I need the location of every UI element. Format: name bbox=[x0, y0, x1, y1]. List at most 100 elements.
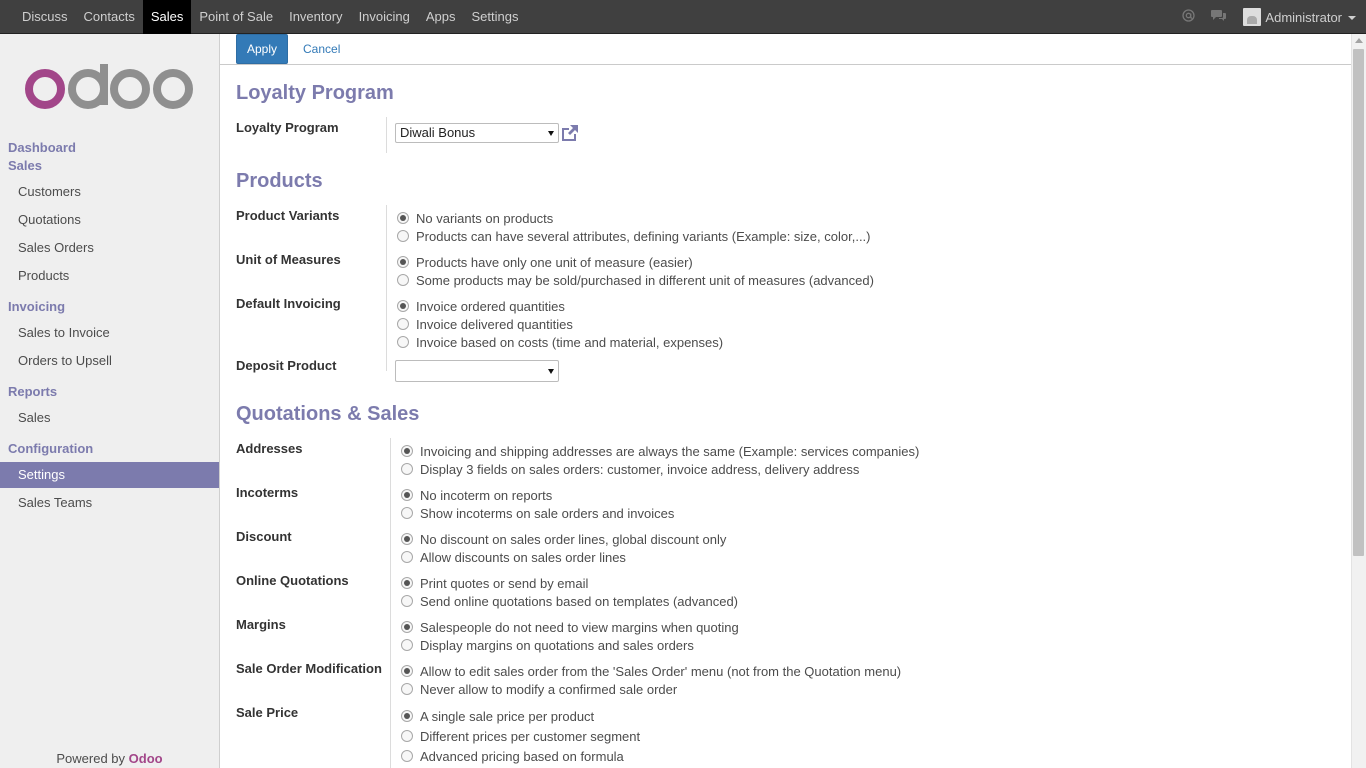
radio-never-modify[interactable]: Never allow to modify a confirmed sale o… bbox=[401, 680, 677, 698]
radio-print-quotes[interactable]: Print quotes or send by email bbox=[401, 574, 588, 592]
radio-single-price[interactable]: A single sale price per product bbox=[401, 707, 594, 725]
radio-invoice-costs[interactable]: Invoice based on costs (time and materia… bbox=[397, 333, 723, 351]
section-title-products: Products bbox=[236, 170, 323, 192]
sidebar-group-sales: Sales bbox=[8, 158, 42, 173]
sidebar-item-orders-to-upsell[interactable]: Orders to Upsell bbox=[0, 348, 219, 374]
radio-button-selected[interactable] bbox=[401, 621, 413, 633]
radio-button-selected[interactable] bbox=[401, 665, 413, 677]
radio-show-incoterms[interactable]: Show incoterms on sale orders and invoic… bbox=[401, 504, 674, 522]
radio-multiple-units[interactable]: Some products may be sold/purchased in d… bbox=[397, 271, 874, 289]
radio-button[interactable] bbox=[401, 639, 413, 651]
sidebar-item-sales-orders[interactable]: Sales Orders bbox=[0, 235, 219, 261]
radio-button-selected[interactable] bbox=[397, 256, 409, 268]
radio-label: Never allow to modify a confirmed sale o… bbox=[420, 681, 678, 697]
radio-button[interactable] bbox=[401, 730, 413, 742]
radio-label: No incoterm on reports bbox=[420, 487, 553, 503]
field-label-deposit-product: Deposit Product bbox=[236, 358, 337, 373]
powered-by-link[interactable]: Odoo bbox=[129, 751, 163, 766]
radio-allow-edit-sales-order[interactable]: Allow to edit sales order from the 'Sale… bbox=[401, 662, 901, 680]
radio-allow-discounts[interactable]: Allow discounts on sales order lines bbox=[401, 548, 626, 566]
sidebar-dashboard[interactable]: Dashboard bbox=[8, 140, 76, 155]
scroll-up-arrow-icon[interactable] bbox=[1355, 38, 1363, 43]
field-label-sale-order-modification: Sale Order Modification bbox=[236, 661, 382, 676]
radio-label: Invoice ordered quantities bbox=[416, 298, 565, 314]
sidebar-item-products[interactable]: Products bbox=[0, 263, 219, 289]
menu-apps[interactable]: Apps bbox=[418, 0, 464, 34]
chat-icon[interactable] bbox=[1211, 9, 1227, 25]
field-label-addresses: Addresses bbox=[236, 441, 303, 456]
sidebar-item-quotations[interactable]: Quotations bbox=[0, 207, 219, 233]
radio-no-variants[interactable]: No variants on products bbox=[397, 209, 553, 227]
app-menu: Discuss Contacts Sales Point of Sale Inv… bbox=[14, 0, 527, 34]
radio-button[interactable] bbox=[401, 551, 413, 563]
menu-sales[interactable]: Sales bbox=[142, 0, 192, 34]
field-divider bbox=[386, 117, 387, 153]
radio-label: Some products may be sold/purchased in d… bbox=[416, 272, 874, 288]
radio-invoice-delivered[interactable]: Invoice delivered quantities bbox=[397, 315, 573, 333]
radio-button-selected[interactable] bbox=[401, 445, 413, 457]
scrollbar-thumb[interactable] bbox=[1353, 49, 1364, 556]
radio-segment-prices[interactable]: Different prices per customer segment bbox=[401, 727, 640, 745]
menu-invoicing[interactable]: Invoicing bbox=[351, 0, 418, 34]
dropdown-arrow-icon bbox=[548, 131, 554, 136]
apply-button[interactable]: Apply bbox=[236, 34, 288, 64]
radio-label: Allow discounts on sales order lines bbox=[420, 549, 626, 565]
loyalty-program-select[interactable]: Diwali Bonus bbox=[395, 123, 559, 143]
radio-display-margins[interactable]: Display margins on quotations and sales … bbox=[401, 636, 694, 654]
user-avatar[interactable] bbox=[1243, 8, 1262, 26]
radio-several-attributes[interactable]: Products can have several attributes, de… bbox=[397, 227, 871, 245]
radio-button-selected[interactable] bbox=[401, 489, 413, 501]
sidebar-item-settings[interactable]: Settings bbox=[0, 462, 219, 488]
radio-button-selected[interactable] bbox=[401, 710, 413, 722]
radio-button[interactable] bbox=[401, 463, 413, 475]
radio-three-address-fields[interactable]: Display 3 fields on sales orders: custom… bbox=[401, 460, 859, 478]
radio-no-discount[interactable]: No discount on sales order lines, global… bbox=[401, 530, 726, 548]
menu-contacts[interactable]: Contacts bbox=[76, 0, 143, 34]
field-label-margins: Margins bbox=[236, 617, 286, 632]
radio-one-unit[interactable]: Products have only one unit of measure (… bbox=[397, 253, 693, 271]
radio-button[interactable] bbox=[401, 683, 413, 695]
sidebar-group-reports: Reports bbox=[8, 384, 58, 399]
radio-label: Different prices per customer segment bbox=[420, 728, 641, 744]
radio-button[interactable] bbox=[397, 230, 409, 242]
menu-settings[interactable]: Settings bbox=[464, 0, 527, 34]
sidebar-item-sales-teams[interactable]: Sales Teams bbox=[0, 490, 219, 516]
sidebar-item-customers[interactable]: Customers bbox=[0, 179, 219, 205]
user-name[interactable]: Administrator bbox=[1265, 10, 1342, 25]
external-link-icon[interactable] bbox=[560, 124, 580, 142]
chevron-down-icon bbox=[1348, 16, 1356, 20]
menu-discuss[interactable]: Discuss bbox=[14, 0, 76, 34]
odoo-logo[interactable] bbox=[24, 64, 194, 114]
radio-label: Products can have several attributes, de… bbox=[416, 228, 871, 244]
sidebar-item-sales-to-invoice[interactable]: Sales to Invoice bbox=[0, 320, 219, 346]
field-divider bbox=[386, 205, 387, 371]
radio-button[interactable] bbox=[397, 274, 409, 286]
deposit-product-select[interactable] bbox=[395, 360, 559, 382]
radio-button[interactable] bbox=[397, 336, 409, 348]
radio-button-selected[interactable] bbox=[397, 300, 409, 312]
radio-button-selected[interactable] bbox=[397, 212, 409, 224]
radio-button[interactable] bbox=[397, 318, 409, 330]
field-label-discount: Discount bbox=[236, 529, 292, 544]
at-icon[interactable] bbox=[1182, 9, 1196, 25]
field-label-incoterms: Incoterms bbox=[236, 485, 299, 500]
radio-button[interactable] bbox=[401, 507, 413, 519]
menu-inventory[interactable]: Inventory bbox=[281, 0, 350, 34]
sidebar-item-report-sales[interactable]: Sales bbox=[0, 405, 219, 431]
field-divider bbox=[390, 438, 391, 768]
radio-label: No discount on sales order lines, global… bbox=[420, 531, 727, 547]
radio-formula-pricing[interactable]: Advanced pricing based on formula bbox=[401, 747, 624, 765]
powered-by: Powered by Odoo bbox=[0, 751, 219, 766]
radio-invoice-ordered[interactable]: Invoice ordered quantities bbox=[397, 297, 565, 315]
menu-point-of-sale[interactable]: Point of Sale bbox=[191, 0, 281, 34]
radio-no-incoterm[interactable]: No incoterm on reports bbox=[401, 486, 552, 504]
radio-no-margins[interactable]: Salespeople do not need to view margins … bbox=[401, 618, 739, 636]
radio-button[interactable] bbox=[401, 595, 413, 607]
radio-button[interactable] bbox=[401, 750, 413, 762]
radio-label: Print quotes or send by email bbox=[420, 575, 589, 591]
cancel-button[interactable]: Cancel bbox=[303, 34, 340, 64]
radio-button-selected[interactable] bbox=[401, 577, 413, 589]
radio-same-addresses[interactable]: Invoicing and shipping addresses are alw… bbox=[401, 442, 919, 460]
radio-online-quotations[interactable]: Send online quotations based on template… bbox=[401, 592, 738, 610]
radio-button-selected[interactable] bbox=[401, 533, 413, 545]
